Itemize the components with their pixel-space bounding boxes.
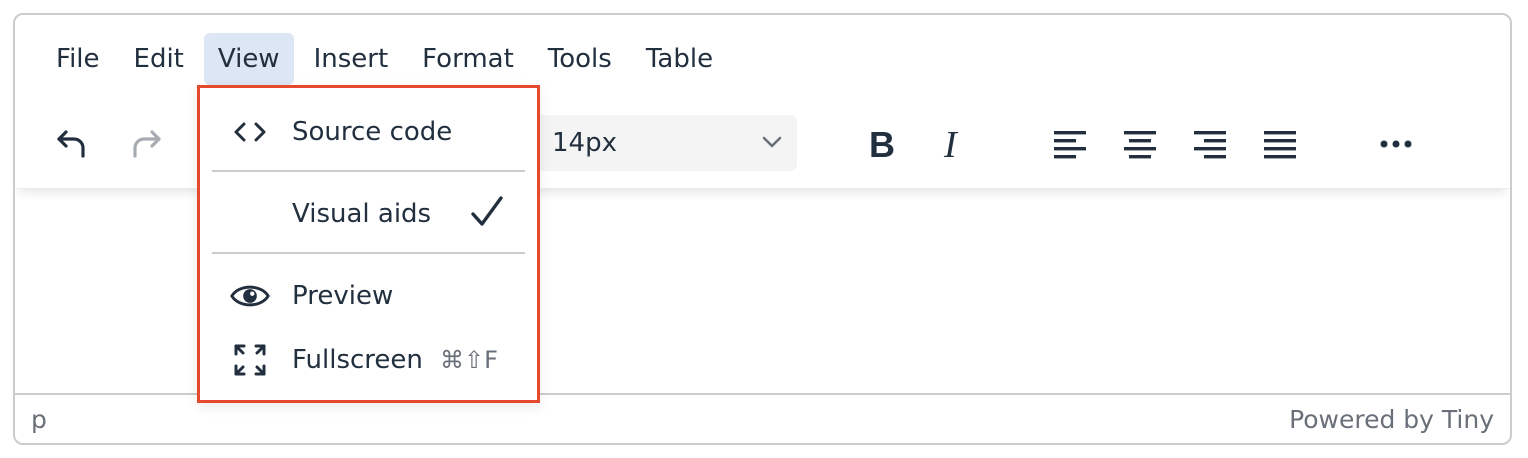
align-left-icon (1054, 131, 1086, 159)
menu-separator (212, 252, 525, 254)
align-right-icon (1194, 131, 1226, 159)
menu-item-label: Source code (292, 117, 453, 147)
align-left-button[interactable] (1045, 119, 1095, 169)
align-center-button[interactable] (1115, 119, 1165, 169)
menu-tools[interactable]: Tools (534, 33, 626, 85)
align-right-button[interactable] (1185, 119, 1235, 169)
menu-format[interactable]: Format (408, 33, 528, 85)
undo-button[interactable] (47, 119, 97, 169)
italic-button[interactable]: I (927, 119, 977, 169)
align-center-icon (1124, 131, 1156, 159)
menu-view[interactable]: View (203, 33, 294, 85)
undo-icon (57, 130, 85, 158)
redo-icon (133, 130, 161, 158)
menu-item-label: Fullscreen (292, 345, 423, 375)
menu-table[interactable]: Table (632, 33, 727, 85)
menubar: File Edit View Insert Format Tools Table (15, 15, 1510, 93)
fullscreen-icon (230, 342, 270, 378)
justify-button[interactable] (1255, 119, 1305, 169)
element-path[interactable]: p (31, 405, 47, 434)
menu-file[interactable]: File (42, 33, 114, 85)
eye-icon (230, 278, 270, 314)
view-menu-dropdown: Source code Visual aids Preview Fullscre… (197, 85, 540, 403)
menu-insert[interactable]: Insert (300, 33, 403, 85)
font-size-value: 14px (552, 128, 617, 158)
menu-item-visual-aids[interactable]: Visual aids (200, 184, 537, 244)
more-button[interactable] (1371, 119, 1421, 169)
svg-text:I: I (943, 126, 959, 162)
justify-icon (1264, 131, 1296, 159)
bold-icon: B (869, 127, 895, 161)
keyboard-shortcut: ⌘⇧F (440, 346, 498, 374)
menu-item-fullscreen[interactable]: Fullscreen ⌘⇧F (200, 330, 537, 390)
checkmark-icon (471, 196, 503, 226)
italic-icon: I (943, 126, 959, 162)
branding-link[interactable]: Powered by Tiny (1289, 405, 1494, 434)
menu-separator (212, 170, 525, 172)
menu-item-label: Preview (292, 281, 394, 311)
font-size-select[interactable]: 14px (535, 115, 797, 171)
menu-item-preview[interactable]: Preview (200, 266, 537, 326)
menu-edit[interactable]: Edit (120, 33, 198, 85)
more-icon (1380, 140, 1412, 148)
menu-item-label: Visual aids (292, 199, 432, 229)
bold-button[interactable]: B (857, 119, 907, 169)
chevron-down-icon (762, 136, 782, 148)
svg-text:B: B (869, 127, 895, 161)
redo-button[interactable] (121, 119, 171, 169)
menu-item-source-code[interactable]: Source code (200, 102, 537, 162)
source-code-icon (230, 114, 270, 150)
